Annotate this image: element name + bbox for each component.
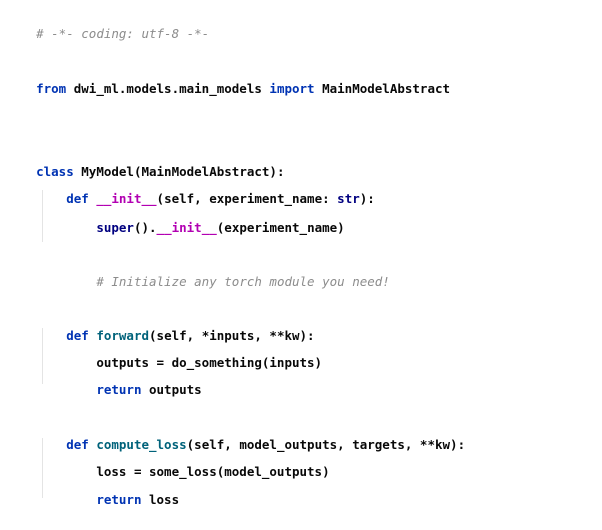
code-line-return-loss[interactable]: return loss — [6, 470, 179, 507]
code-line-return-outputs[interactable]: return outputs — [6, 360, 201, 397]
code-line-import[interactable]: from dwi_ml.models.main_models import Ma… — [6, 59, 450, 96]
encoding-comment: # -*- coding: utf-8 -*- — [36, 26, 210, 41]
keyword-from: from — [36, 81, 67, 96]
code-line-super[interactable]: super().__init__(experiment_name) — [6, 198, 344, 235]
code-line-loss[interactable]: loss = some_loss(model_outputs) — [6, 442, 329, 479]
keyword-import: import — [269, 81, 315, 96]
code-editor[interactable]: # -*- coding: utf-8 -*- from dwi_ml.mode… — [0, 0, 602, 507]
return-value: outputs — [141, 382, 202, 397]
code-line-comment-init[interactable]: # Initialize any torch module you need! — [6, 252, 390, 289]
initialize-comment: # Initialize any torch module you need! — [96, 274, 390, 289]
builtin-super: super — [96, 220, 134, 235]
module-path: dwi_ml.models.main_models — [66, 81, 270, 96]
code-line-def-compute-loss[interactable]: def compute_loss(self, model_outputs, ta… — [6, 415, 465, 452]
code-line-1[interactable]: # -*- coding: utf-8 -*- — [6, 4, 209, 41]
super-call: (). — [133, 220, 157, 235]
return-value: loss — [141, 492, 180, 507]
init-call: __init__ — [156, 220, 217, 235]
code-line-def-init[interactable]: def __init__(self, experiment_name: str)… — [6, 169, 375, 206]
super-args: (experiment_name) — [216, 220, 345, 235]
init-params-end: ): — [359, 191, 375, 206]
code-line-def-forward[interactable]: def forward(self, *inputs, **kw): — [6, 306, 314, 343]
keyword-return: return — [96, 492, 142, 507]
keyword-return: return — [96, 382, 142, 397]
code-line-outputs[interactable]: outputs = do_something(inputs) — [6, 333, 322, 370]
code-line-class[interactable]: class MyModel(MainModelAbstract): — [6, 142, 284, 179]
imported-name: MainModelAbstract — [314, 81, 451, 96]
